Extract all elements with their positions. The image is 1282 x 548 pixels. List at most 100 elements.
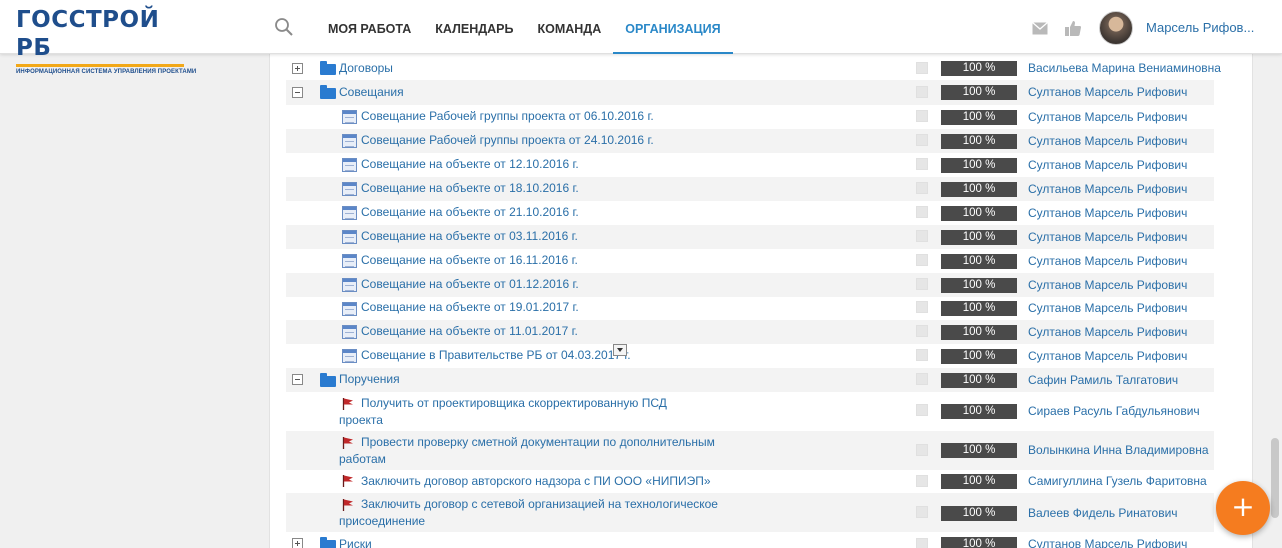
nav-my-work[interactable]: МОЯ РАБОТА [316, 0, 423, 54]
nav-organization[interactable]: ОРГАНИЗАЦИЯ [613, 0, 733, 54]
row-owner[interactable]: Султанов Марсель Рифович [1028, 278, 1187, 292]
app-logo[interactable]: ГОССТРОЙ РБ ИНФОРМАЦИОННАЯ СИСТЕМА УПРАВ… [16, 6, 196, 75]
add-button[interactable]: + [1216, 481, 1270, 535]
tree-row-folder-meetings[interactable]: Совещания 100 % Султанов Марсель Рифович [286, 80, 1214, 105]
row-name-continued[interactable]: присоединение [339, 513, 425, 529]
row-name[interactable]: Совещание на объекте от 16.11.2016 г. [361, 252, 578, 268]
row-name[interactable]: Заключить договор авторского надзора с П… [361, 473, 711, 489]
row-name[interactable]: Совещание на объекте от 11.01.2017 г. [361, 323, 578, 339]
row-owner[interactable]: Султанов Марсель Рифович [1028, 301, 1187, 315]
tree-row-task[interactable]: Провести проверку сметной документации п… [286, 431, 1214, 470]
tree-row-folder-contracts[interactable]: Договоры 100 % Васильева Марина Вениамин… [286, 57, 1221, 80]
row-owner[interactable]: Султанов Марсель Рифович [1028, 85, 1187, 99]
row-owner[interactable]: Султанов Марсель Рифович [1028, 182, 1187, 196]
row-name[interactable]: Договоры [339, 60, 393, 76]
tree-row-document[interactable]: Совещание на объекте от 19.01.2017 г. 10… [286, 297, 1214, 320]
row-name-continued[interactable]: проекта [339, 412, 383, 428]
row-checkbox[interactable] [916, 62, 928, 74]
tree-row-task[interactable]: Заключить договор авторского надзора с П… [286, 470, 1214, 493]
tree-row-document[interactable]: Совещание Рабочей группы проекта от 06.1… [286, 105, 1214, 129]
row-owner[interactable]: Волынкина Инна Владимировна [1028, 443, 1209, 457]
row-checkbox[interactable] [916, 349, 928, 361]
row-name[interactable]: Совещание на объекте от 03.11.2016 г. [361, 228, 578, 244]
mail-icon[interactable] [1032, 22, 1048, 35]
row-name[interactable]: Поручения [339, 371, 400, 387]
row-checkbox[interactable] [916, 538, 928, 548]
tree-row-document[interactable]: Совещание Рабочей группы проекта от 24.1… [286, 129, 1214, 153]
row-owner[interactable]: Султанов Марсель Рифович [1028, 349, 1187, 363]
tree-row-task[interactable]: Получить от проектировщика скорректирова… [286, 392, 1214, 431]
collapse-toggle[interactable] [292, 87, 303, 98]
progress-value: 100 % [941, 110, 1017, 125]
row-checkbox[interactable] [916, 110, 928, 122]
row-checkbox[interactable] [916, 230, 928, 242]
tree-row-document[interactable]: Совещание на объекте от 12.10.2016 г. 10… [286, 153, 1214, 177]
tree-row-document[interactable]: Совещание в Правительстве РБ от 04.03.20… [286, 344, 1214, 368]
row-name[interactable]: Заключить договор с сетевой организацией… [361, 496, 718, 512]
tree-row-document[interactable]: Совещание на объекте от 11.01.2017 г. 10… [286, 320, 1214, 344]
row-name[interactable]: Совещание в Правительстве РБ от 04.03.20… [361, 347, 631, 363]
row-checkbox[interactable] [916, 278, 928, 290]
row-owner[interactable]: Султанов Марсель Рифович [1028, 134, 1187, 148]
user-name[interactable]: Марсель Рифов... [1146, 20, 1254, 35]
row-owner[interactable]: Султанов Марсель Рифович [1028, 158, 1187, 172]
tree-row-document[interactable]: Совещание на объекте от 21.10.2016 г. 10… [286, 201, 1214, 225]
row-owner[interactable]: Васильева Марина Вениаминовна [1028, 61, 1221, 75]
row-checkbox[interactable] [916, 86, 928, 98]
nav-calendar[interactable]: КАЛЕНДАРЬ [423, 0, 525, 54]
progress-value: 100 % [941, 506, 1017, 521]
row-checkbox[interactable] [916, 301, 928, 313]
tree-row-document[interactable]: Совещание на объекте от 03.11.2016 г. 10… [286, 225, 1214, 249]
row-owner[interactable]: Валеев Фидель Ринатович [1028, 506, 1178, 520]
progress-value: 100 % [941, 85, 1017, 100]
row-name[interactable]: Провести проверку сметной документации п… [361, 434, 715, 450]
row-name[interactable]: Совещание на объекте от 12.10.2016 г. [361, 156, 579, 172]
row-checkbox[interactable] [916, 158, 928, 170]
row-owner[interactable]: Султанов Марсель Рифович [1028, 325, 1187, 339]
tree-row-folder-assignments[interactable]: Поручения 100 % Сафин Рамиль Талгатович [286, 368, 1214, 392]
row-name[interactable]: Совещание на объекте от 21.10.2016 г. [361, 204, 579, 220]
expand-toggle[interactable] [292, 538, 303, 548]
row-name[interactable]: Совещание на объекте от 01.12.2016 г. [361, 276, 579, 292]
tree-row-folder-risks[interactable]: Риски 100 % Султанов Марсель Рифович [286, 532, 1214, 548]
tree-row-document[interactable]: Совещание на объекте от 01.12.2016 г. 10… [286, 273, 1214, 297]
row-checkbox[interactable] [916, 475, 928, 487]
tree-row-document[interactable]: Совещание на объекте от 16.11.2016 г. 10… [286, 249, 1214, 273]
collapse-toggle[interactable] [292, 374, 303, 385]
expand-toggle[interactable] [292, 63, 303, 74]
row-owner[interactable]: Султанов Марсель Рифович [1028, 206, 1187, 220]
logo-underline [16, 64, 184, 67]
row-checkbox[interactable] [916, 134, 928, 146]
row-owner[interactable]: Сафин Рамиль Талгатович [1028, 373, 1178, 387]
row-name-continued[interactable]: работам [339, 451, 386, 467]
nav-team[interactable]: КОМАНДА [525, 0, 613, 54]
row-owner[interactable]: Самигуллина Гузель Фаритовна [1028, 474, 1207, 488]
row-checkbox[interactable] [916, 444, 928, 456]
row-owner[interactable]: Султанов Марсель Рифович [1028, 254, 1187, 268]
avatar[interactable] [1099, 11, 1133, 45]
row-checkbox[interactable] [916, 254, 928, 266]
tree-row-document[interactable]: Совещание на объекте от 18.10.2016 г. 10… [286, 177, 1214, 201]
row-name[interactable]: Совещание Рабочей группы проекта от 24.1… [361, 132, 654, 148]
row-name[interactable]: Получить от проектировщика скорректирова… [361, 395, 667, 411]
row-owner[interactable]: Сираев Расуль Габдульянович [1028, 404, 1200, 418]
row-owner[interactable]: Султанов Марсель Рифович [1028, 230, 1187, 244]
row-actions-dropdown[interactable] [613, 344, 627, 356]
thumbs-up-icon[interactable] [1065, 20, 1081, 36]
row-name[interactable]: Риски [339, 536, 372, 548]
row-name[interactable]: Совещание Рабочей группы проекта от 06.1… [361, 108, 654, 124]
scrollbar-thumb[interactable] [1271, 438, 1279, 518]
row-name[interactable]: Совещание на объекте от 18.10.2016 г. [361, 180, 579, 196]
row-checkbox[interactable] [916, 206, 928, 218]
row-checkbox[interactable] [916, 404, 928, 416]
row-checkbox[interactable] [916, 325, 928, 337]
row-name[interactable]: Совещание на объекте от 19.01.2017 г. [361, 299, 579, 315]
tree-row-task[interactable]: Заключить договор с сетевой организацией… [286, 493, 1214, 532]
row-checkbox[interactable] [916, 373, 928, 385]
row-owner[interactable]: Султанов Марсель Рифович [1028, 110, 1187, 124]
row-checkbox[interactable] [916, 182, 928, 194]
row-name[interactable]: Совещания [339, 84, 404, 100]
row-owner[interactable]: Султанов Марсель Рифович [1028, 537, 1187, 548]
search-icon[interactable] [274, 17, 294, 37]
row-checkbox[interactable] [916, 506, 928, 518]
